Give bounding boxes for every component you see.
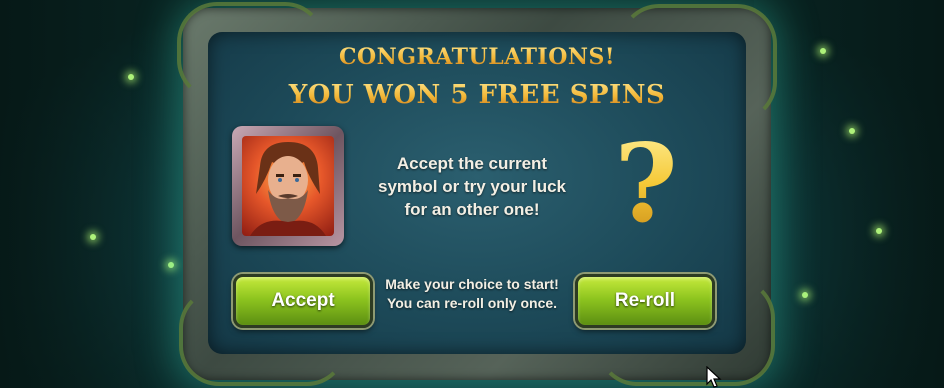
forest-background-left <box>0 0 190 388</box>
firefly <box>168 262 174 268</box>
accept-button[interactable]: Accept <box>233 274 373 328</box>
firefly <box>876 228 882 234</box>
current-symbol-frame <box>232 126 344 246</box>
free-spins-won-title: YOU WON 5 FREE SPINS <box>208 80 746 110</box>
bearded-hero-portrait-icon <box>242 136 334 236</box>
reroll-hint: Make your choice to start! You can re-ro… <box>385 276 559 311</box>
choice-message: Accept the current symbol or try your lu… <box>378 154 566 219</box>
firefly <box>802 292 808 298</box>
firefly <box>820 48 826 54</box>
firefly <box>849 128 855 134</box>
congratulations-title: CONGRATULATIONS! <box>208 44 746 70</box>
free-spins-dialog: CONGRATULATIONS! YOU WON 5 FREE SPINS Ac… <box>208 32 746 354</box>
reroll-button[interactable]: Re-roll <box>575 274 715 328</box>
firefly <box>90 234 96 240</box>
arrow-cursor-icon <box>706 366 722 388</box>
mystery-symbol-icon: ? <box>606 124 686 244</box>
forest-background-right <box>754 0 944 388</box>
firefly <box>128 74 134 80</box>
